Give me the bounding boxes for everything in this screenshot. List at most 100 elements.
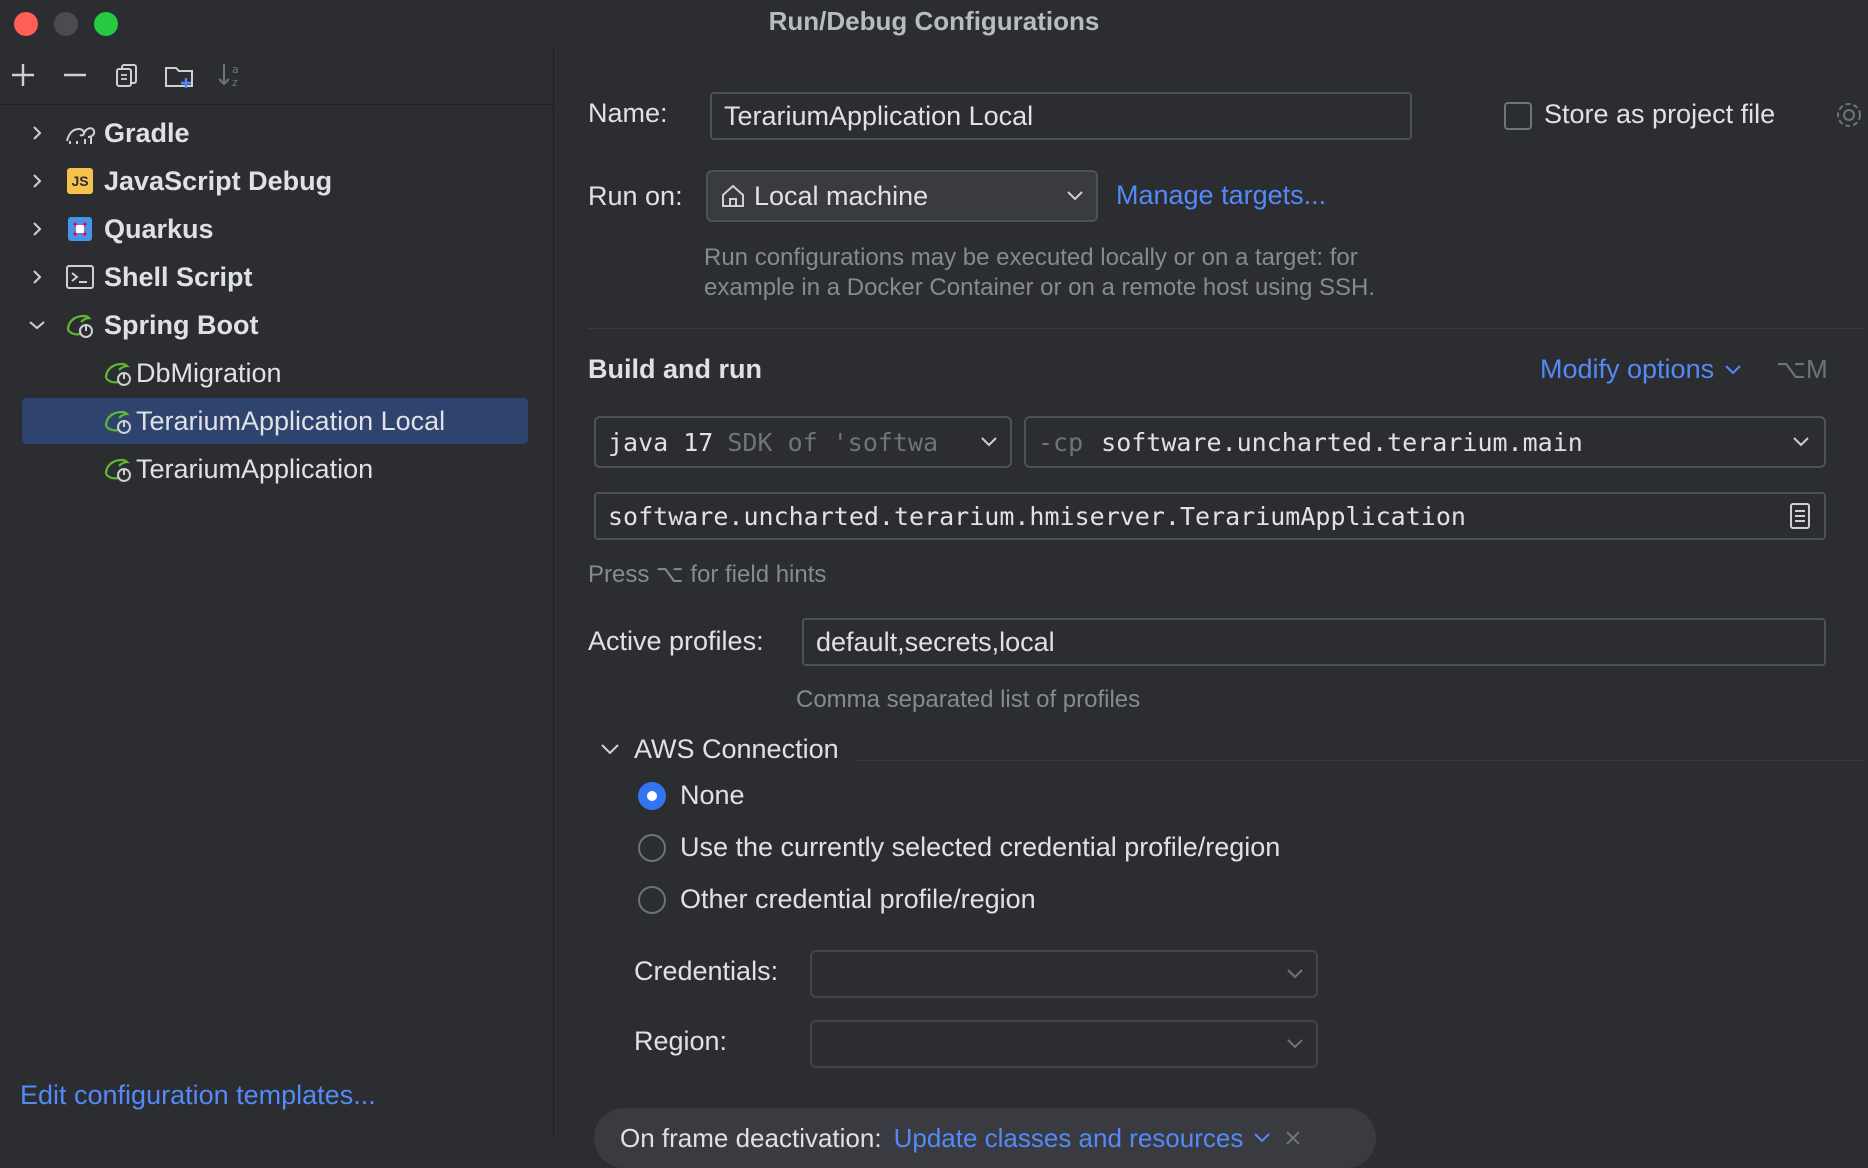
active-profiles-label: Active profiles: [588,626,764,656]
chevron-down-icon[interactable] [22,310,52,340]
chevron-down-icon [1253,1132,1271,1144]
profiles-hint: Comma separated list of profiles [796,686,1141,713]
chevron-right-icon[interactable] [22,166,52,196]
radio-button[interactable] [638,885,666,914]
store-project-checkbox[interactable] [1504,102,1532,130]
tree-item-label: Gradle [104,117,190,148]
jdk-description: SDK of 'softwa [727,427,939,457]
spring-boot-icon [102,405,134,437]
main-class-input[interactable]: software.uncharted.terarium.hmiserver.Te… [594,492,1826,540]
credentials-select[interactable] [810,950,1318,998]
quarkus-icon [64,213,96,245]
edit-templates-link[interactable]: Edit configuration templates... [20,1080,376,1111]
frame-deactivation-label: On frame deactivation: [620,1122,882,1153]
modify-options-shortcut: ⌥M [1776,354,1828,384]
spring-boot-icon [102,357,134,389]
svg-text:z: z [232,76,238,89]
chevron-down-icon [1792,436,1810,448]
name-input[interactable]: TerariumApplication Local [710,92,1412,140]
jdk-select[interactable]: java 17 SDK of 'softwa [594,416,1012,468]
aws-option-other-profile[interactable]: Other credential profile/region [638,884,1036,915]
aws-option-label: Other credential profile/region [680,884,1036,914]
spring-boot-icon [102,453,134,485]
window-title: Run/Debug Configurations [768,6,1100,36]
modify-options-button[interactable]: Modify options [1540,354,1742,385]
add-icon[interactable] [8,60,38,90]
run-on-label: Run on: [588,181,683,211]
chevron-right-icon[interactable] [22,118,52,148]
modify-options-label: Modify options [1540,354,1715,384]
chevron-down-icon [1286,1038,1304,1050]
tree-item-label: TerariumApplication Local [136,405,446,436]
title-bar: Run/Debug Configurations [0,0,1868,48]
js-badge: JS [67,168,93,194]
tree-item-terarium-local[interactable]: TerariumApplication Local [22,398,528,444]
svg-text:a: a [232,63,239,76]
spring-boot-icon [64,309,96,341]
credentials-label: Credentials: [634,956,779,986]
aws-option-label: Use the currently selected credential pr… [680,832,1281,862]
gear-icon[interactable] [1834,100,1864,135]
frame-deactivation-option[interactable]: On frame deactivation: Update classes an… [594,1108,1376,1168]
aws-option-current-profile[interactable]: Use the currently selected credential pr… [638,832,1280,863]
browse-icon[interactable] [1788,502,1812,530]
terminal-icon [64,261,96,293]
new-folder-icon[interactable] [164,60,194,90]
classpath-prefix: -cp [1038,427,1084,457]
jdk-version: java 17 [608,427,714,457]
run-on-value: Local machine [754,180,929,211]
tree-item-quarkus[interactable]: Quarkus [22,206,528,252]
tree-item-dbmigration[interactable]: DbMigration [22,350,528,396]
config-form: Name: TerariumApplication Local Store as… [554,48,1868,1168]
home-icon [720,183,746,209]
run-on-select[interactable]: Local machine [706,170,1098,222]
name-label: Name: [588,98,668,128]
js-icon: JS [64,165,96,197]
tree-item-javascript-debug[interactable]: JS JavaScript Debug [22,158,528,204]
config-sidebar: az Gradle JS JavaScript Debug Quarkus Sh… [0,48,554,1136]
tree-item-label: TerariumApplication [136,453,374,484]
tree-item-label: Quarkus [104,213,214,244]
region-select[interactable] [810,1020,1318,1068]
tree-item-label: Shell Script [104,261,253,292]
divider [588,328,1864,329]
chevron-down-icon [1286,968,1304,980]
tree-item-gradle[interactable]: Gradle [22,110,528,156]
tree-item-label: DbMigration [136,357,282,388]
build-run-title: Build and run [588,354,762,384]
field-hints-text: Press ⌥ for field hints [588,561,827,588]
aws-option-label: None [680,780,745,810]
aws-option-none[interactable]: None [638,780,745,811]
aws-connection-title: AWS Connection [634,734,839,764]
classpath-value: software.uncharted.terarium.main [1101,427,1583,457]
chevron-right-icon[interactable] [22,214,52,244]
remove-icon[interactable] [60,60,90,90]
main-class-value: software.uncharted.terarium.hmiserver.Te… [608,501,1466,531]
run-on-hint-line-2: example in a Docker Container or on a re… [704,274,1376,301]
frame-deactivation-value[interactable]: Update classes and resources [894,1123,1244,1154]
divider [856,760,1864,761]
store-project-label: Store as project file [1544,99,1776,129]
classpath-select[interactable]: -cp software.uncharted.terarium.main [1024,416,1826,468]
tree-item-label: Spring Boot [104,309,259,340]
tree-item-shell-script[interactable]: Shell Script [22,254,528,300]
region-label: Region: [634,1026,728,1056]
active-profiles-input[interactable]: default,secrets,local [802,618,1826,666]
radio-button[interactable] [638,833,666,862]
sidebar-toolbar: az [0,48,553,105]
chevron-right-icon[interactable] [22,262,52,292]
close-icon[interactable] [1285,1130,1301,1146]
gradle-icon [64,117,96,149]
tree-item-label: JavaScript Debug [104,165,333,196]
sort-icon[interactable]: az [216,60,246,90]
chevron-down-icon[interactable] [600,742,620,756]
chevron-down-icon [1066,190,1084,202]
chevron-down-icon [980,436,998,448]
radio-button[interactable] [638,781,666,810]
copy-icon[interactable] [112,60,142,90]
chevron-down-icon [1724,364,1742,376]
run-on-hint-line-1: Run configurations may be executed local… [704,244,1358,271]
tree-item-spring-boot[interactable]: Spring Boot [22,302,528,348]
manage-targets-link[interactable]: Manage targets... [1116,180,1326,211]
tree-item-terarium[interactable]: TerariumApplication [22,446,528,492]
